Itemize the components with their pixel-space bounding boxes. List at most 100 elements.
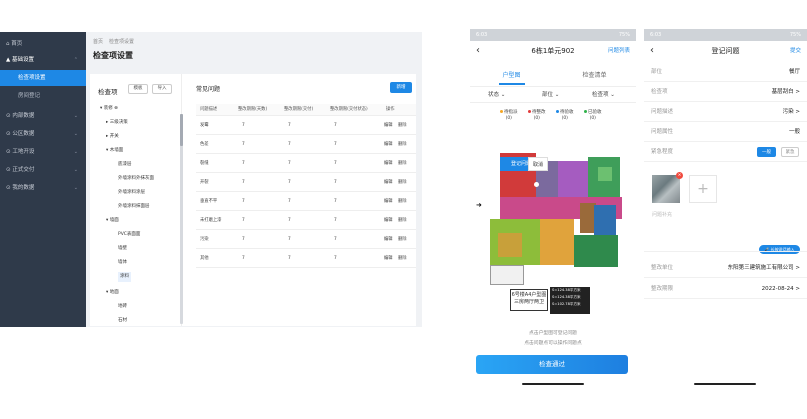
urgency-urgent-option[interactable]: 紧急 xyxy=(781,147,799,157)
arrow-right-icon: ➜ xyxy=(476,201,482,209)
form-row-deadline[interactable]: 整改期限 2022-08-24 > xyxy=(644,279,807,299)
sidebar-item-public-data[interactable]: ⊙ 公区数据 ⌄ xyxy=(0,126,86,142)
sidebar-item-internal-data[interactable]: ⊙ 内部数据 ⌄ xyxy=(0,108,86,124)
table-row: 色差 7 7 7 编辑 删除 xyxy=(196,135,416,154)
sidebar: ⌂ 首页 ▲ 基础设置 ⌃ 检查项设置 房间登记 ⊙ 内部数据 ⌄ ⊙ 公区数据 ⌄ … xyxy=(0,32,86,327)
tree-node[interactable]: 石材 xyxy=(118,316,127,326)
divider xyxy=(470,86,636,87)
tree-node[interactable]: 外墙涂料抹面层 xyxy=(118,202,150,212)
problem-list-link[interactable]: 问题列表 xyxy=(608,41,630,61)
form-row-location[interactable]: 部位 餐厅 xyxy=(644,62,807,82)
sidebar-item-home[interactable]: ⌂ 首页 xyxy=(0,36,86,52)
sidebar-item-my-data[interactable]: ⊙ 我的数据 ⌄ xyxy=(0,180,86,196)
delete-link[interactable]: 删除 xyxy=(398,211,407,230)
web-admin-panel: ⌂ 首页 ▲ 基础设置 ⌃ 检查项设置 房间登记 ⊙ 内部数据 ⌄ ⊙ 公区数据 ⌄ … xyxy=(0,32,422,327)
tree-scrollbar-thumb[interactable] xyxy=(180,114,183,146)
room-block xyxy=(598,167,612,181)
legend-dot xyxy=(500,110,503,113)
sidebar-item-room-register[interactable]: 房间登记 xyxy=(0,88,86,104)
status-filter[interactable]: 状态 ⌄ xyxy=(488,90,505,98)
delete-link[interactable]: 删除 xyxy=(398,230,407,249)
chevron-down-icon: ⌄ xyxy=(73,131,78,137)
delete-link[interactable]: 删除 xyxy=(398,192,407,211)
edit-link[interactable]: 编辑 xyxy=(384,192,393,211)
template-button[interactable]: 模板 xyxy=(128,84,148,94)
divider xyxy=(470,102,636,103)
table-row: 发霉 7 7 7 编辑 删除 xyxy=(196,116,416,135)
nav-bar: 6栋1单元902 ‹ 问题列表 xyxy=(470,41,636,61)
submit-button[interactable]: 提交 xyxy=(790,41,801,61)
tree-node[interactable]: 外墙涂料外抹灰面 xyxy=(118,174,154,184)
tree-node[interactable]: 墙壁 xyxy=(118,244,127,254)
sidebar-item-site-open[interactable]: ⊙ 工地开设 ⌄ xyxy=(0,144,86,160)
edit-link[interactable]: 编辑 xyxy=(384,249,393,268)
tree-node[interactable]: 外墙涂料涂层 xyxy=(118,188,145,198)
chevron-down-icon: ⌄ xyxy=(73,167,78,173)
tree-node[interactable]: ▾ 装修 ⊕ xyxy=(100,104,118,114)
room-block[interactable] xyxy=(540,219,574,265)
add-photo-button[interactable]: + xyxy=(689,175,717,203)
home-indicator xyxy=(522,383,584,385)
sidebar-item-check-settings[interactable]: 检查项设置 xyxy=(0,70,86,86)
delete-link[interactable]: 删除 xyxy=(398,249,407,268)
tree-node[interactable]: PVC表面面 xyxy=(118,230,140,240)
edit-link[interactable]: 编辑 xyxy=(384,116,393,135)
problem-photo[interactable] xyxy=(652,175,680,203)
room-block[interactable] xyxy=(594,205,616,235)
location-filter[interactable]: 部位 ⌄ xyxy=(542,90,559,98)
form-row-rectify-unit[interactable]: 整改单位 东阳第三建筑施工有限公司 > xyxy=(644,258,807,278)
tab-floor-plan[interactable]: 户型图 xyxy=(470,70,553,79)
table-header: 问题描述 整改期限(天数) 整改期限(交付) 整改期限(交付状态) 操作 xyxy=(196,104,416,116)
status-bar: 6:03 75% xyxy=(470,29,636,41)
delete-link[interactable]: 删除 xyxy=(398,154,407,173)
page-title: 检查项设置 xyxy=(93,51,133,60)
legend-dot xyxy=(584,110,587,113)
tree-node[interactable]: ▾ 墙面 xyxy=(106,216,119,226)
table-row: 开裂 7 7 7 编辑 删除 xyxy=(196,173,416,192)
home-indicator xyxy=(694,383,756,385)
remove-photo-icon[interactable]: × xyxy=(676,172,683,179)
table-row: 污染 7 7 7 编辑 删除 xyxy=(196,230,416,249)
issue-marker[interactable] xyxy=(534,182,539,187)
sidebar-item-basic-settings[interactable]: ▲ 基础设置 ⌃ xyxy=(0,52,86,68)
back-arrow-icon[interactable]: ‹ xyxy=(476,44,480,58)
tree-node[interactable]: 墙体 xyxy=(118,258,127,268)
edit-link[interactable]: 编辑 xyxy=(384,154,393,173)
tab-checklist[interactable]: 检查清单 xyxy=(553,70,636,79)
room-block[interactable] xyxy=(558,161,588,197)
form-row-description[interactable]: 问题描述 污染 > xyxy=(644,102,807,122)
tree-node[interactable]: ▸ 开关 xyxy=(106,132,119,142)
problem-remark-input[interactable]: 问题补充 xyxy=(652,211,672,218)
urgency-normal-option[interactable]: 一般 xyxy=(757,147,776,157)
delete-link[interactable]: 删除 xyxy=(398,135,407,154)
delete-link[interactable]: 删除 xyxy=(398,173,407,192)
back-arrow-icon[interactable]: ‹ xyxy=(650,44,654,58)
cancel-popup-button[interactable]: 取消 xyxy=(528,157,548,171)
tree-node[interactable]: ▸ 三级决策 xyxy=(106,118,128,128)
tree-node[interactable]: ▾ 木墙面 xyxy=(106,146,123,156)
form-row-attribute[interactable]: 问题属性 一般 xyxy=(644,122,807,142)
tree-node-selected[interactable]: 涂料 xyxy=(118,272,131,282)
import-button[interactable]: 导入 xyxy=(152,84,172,94)
floor-plan-image[interactable] xyxy=(490,147,623,307)
tree-node[interactable]: 地砖 xyxy=(118,302,127,312)
room-block[interactable] xyxy=(490,265,524,285)
add-button[interactable]: 新增 xyxy=(390,82,412,93)
room-block[interactable] xyxy=(574,235,618,267)
check-item-filter[interactable]: 检查项 ⌄ xyxy=(592,90,615,98)
edit-link[interactable]: 编辑 xyxy=(384,230,393,249)
tree-node[interactable]: 底漆层 xyxy=(118,160,132,170)
tree-node[interactable]: ▾ 地面 xyxy=(106,288,119,298)
edit-link[interactable]: 编辑 xyxy=(384,135,393,154)
form-row-check-item[interactable]: 检查项 基层刮白 > xyxy=(644,82,807,102)
sidebar-item-delivery[interactable]: ⊙ 正式交付 ⌄ xyxy=(0,162,86,178)
screenshot-collage: ⌂ 首页 ▲ 基础设置 ⌃ 检查项设置 房间登记 ⊙ 内部数据 ⌄ ⊙ 公区数据 ⌄ … xyxy=(0,0,807,419)
check-pass-button[interactable]: 检查通过 xyxy=(476,355,628,374)
check-item-tree: 检查项 模板 导入 ▾ 装修 ⊕ ▸ 三级决策 ▸ 开关 ▾ 木墙面 底漆层 外… xyxy=(90,74,182,326)
problems-table-body: 发霉 7 7 7 编辑 删除 色差 7 7 7 编辑 删除 裂缝 7 7 7 编辑 删除 开裂 7 7 7 编… xyxy=(196,116,416,276)
delete-link[interactable]: 删除 xyxy=(398,116,407,135)
edit-link[interactable]: 编辑 xyxy=(384,173,393,192)
edit-link[interactable]: 编辑 xyxy=(384,211,393,230)
voice-input-button[interactable]: 🎤 长按说话输入 xyxy=(759,245,800,254)
breadcrumb-home[interactable]: 首页 xyxy=(93,39,103,45)
